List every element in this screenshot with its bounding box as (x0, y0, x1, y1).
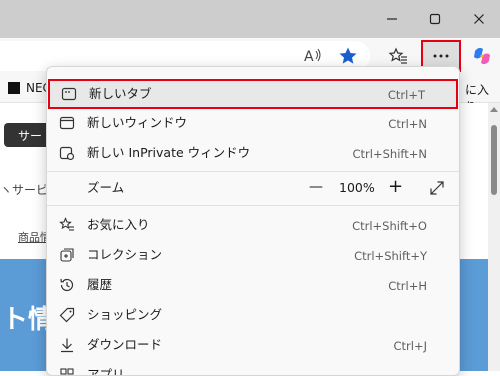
menu-item-apps[interactable]: アプリ (47, 360, 459, 376)
history-shortcut: Ctrl+H (388, 279, 427, 293)
zoom-in-button[interactable]: + (388, 176, 403, 197)
menu-item-shopping[interactable]: ショッピング (47, 300, 459, 330)
collections-shortcut: Ctrl+Shift+Y (354, 249, 427, 263)
page-nav-button[interactable]: サー (4, 123, 50, 147)
menu-item-new-inprivate[interactable]: 新しい InPrivate ウィンドウ Ctrl+Shift+N (47, 138, 459, 168)
new-inprivate-label: 新しい InPrivate ウィンドウ (87, 145, 251, 160)
shopping-label: ショッピング (87, 307, 163, 322)
zoom-value: 100% (339, 180, 375, 195)
favorites-icon[interactable] (386, 44, 410, 68)
new-tab-label: 新しいタブ (89, 86, 152, 101)
new-inprivate-shortcut: Ctrl+Shift+N (352, 147, 427, 161)
close-icon[interactable] (469, 9, 489, 29)
apps-label: アプリ (87, 367, 125, 376)
title-bar (0, 0, 500, 38)
minimize-icon[interactable] (382, 9, 402, 29)
zoom-label: ズーム (87, 180, 125, 195)
collections-icon (59, 247, 75, 263)
hero-banner-right (460, 259, 488, 371)
inprivate-icon (59, 145, 75, 161)
new-window-shortcut: Ctrl+N (388, 117, 427, 131)
history-icon (59, 277, 75, 293)
collections-label: コレクション (87, 247, 163, 262)
settings-menu: 新しいタブ Ctrl+T 新しいウィンドウ Ctrl+N 新しい InPriva… (46, 66, 460, 376)
menu-item-new-window[interactable]: 新しいウィンドウ Ctrl+N (47, 108, 459, 138)
copilot-icon[interactable] (470, 44, 494, 68)
apps-icon (59, 367, 75, 375)
menu-item-downloads[interactable]: ダウンロード Ctrl+J (47, 330, 459, 360)
download-icon (59, 337, 75, 353)
more-icon (433, 54, 449, 58)
menu-item-zoom: ズーム — 100% + (47, 172, 459, 204)
menu-divider (47, 205, 459, 206)
site-favicon-icon (8, 82, 20, 94)
history-label: 履歴 (87, 277, 113, 292)
favorites-icon (59, 217, 75, 233)
page-nav-button-label: サー (18, 129, 43, 143)
new-tab-shortcut: Ctrl+T (387, 88, 425, 102)
favorites-shortcut: Ctrl+Shift+O (352, 219, 427, 233)
maximize-icon[interactable] (425, 9, 445, 29)
scrollbar[interactable] (488, 103, 500, 371)
new-tab-icon (61, 86, 77, 102)
menu-item-favorites[interactable]: お気に入り Ctrl+Shift+O (47, 210, 459, 240)
new-window-label: 新しいウィンドウ (87, 115, 188, 130)
menu-item-new-tab[interactable]: 新しいタブ Ctrl+T (48, 79, 458, 109)
svg-text:A: A (304, 49, 314, 65)
scroll-up-arrow[interactable] (490, 107, 498, 112)
new-window-icon (59, 115, 75, 131)
downloads-shortcut: Ctrl+J (393, 339, 428, 353)
menu-item-collections[interactable]: コレクション Ctrl+Shift+Y (47, 240, 459, 270)
scrollbar-thumb[interactable] (491, 125, 497, 195)
read-aloud-icon[interactable]: A (301, 44, 325, 68)
menu-item-history[interactable]: 履歴 Ctrl+H (47, 270, 459, 300)
fullscreen-icon[interactable] (429, 180, 445, 196)
zoom-out-button[interactable]: — (309, 179, 323, 195)
favorites-label: お気に入り (87, 217, 150, 232)
favorite-star-icon[interactable] (336, 44, 360, 68)
page-nav-link[interactable]: ヽサービ (0, 181, 48, 198)
hero-banner: ト情 (0, 259, 54, 371)
shopping-tag-icon (59, 307, 75, 323)
downloads-label: ダウンロード (87, 337, 163, 352)
